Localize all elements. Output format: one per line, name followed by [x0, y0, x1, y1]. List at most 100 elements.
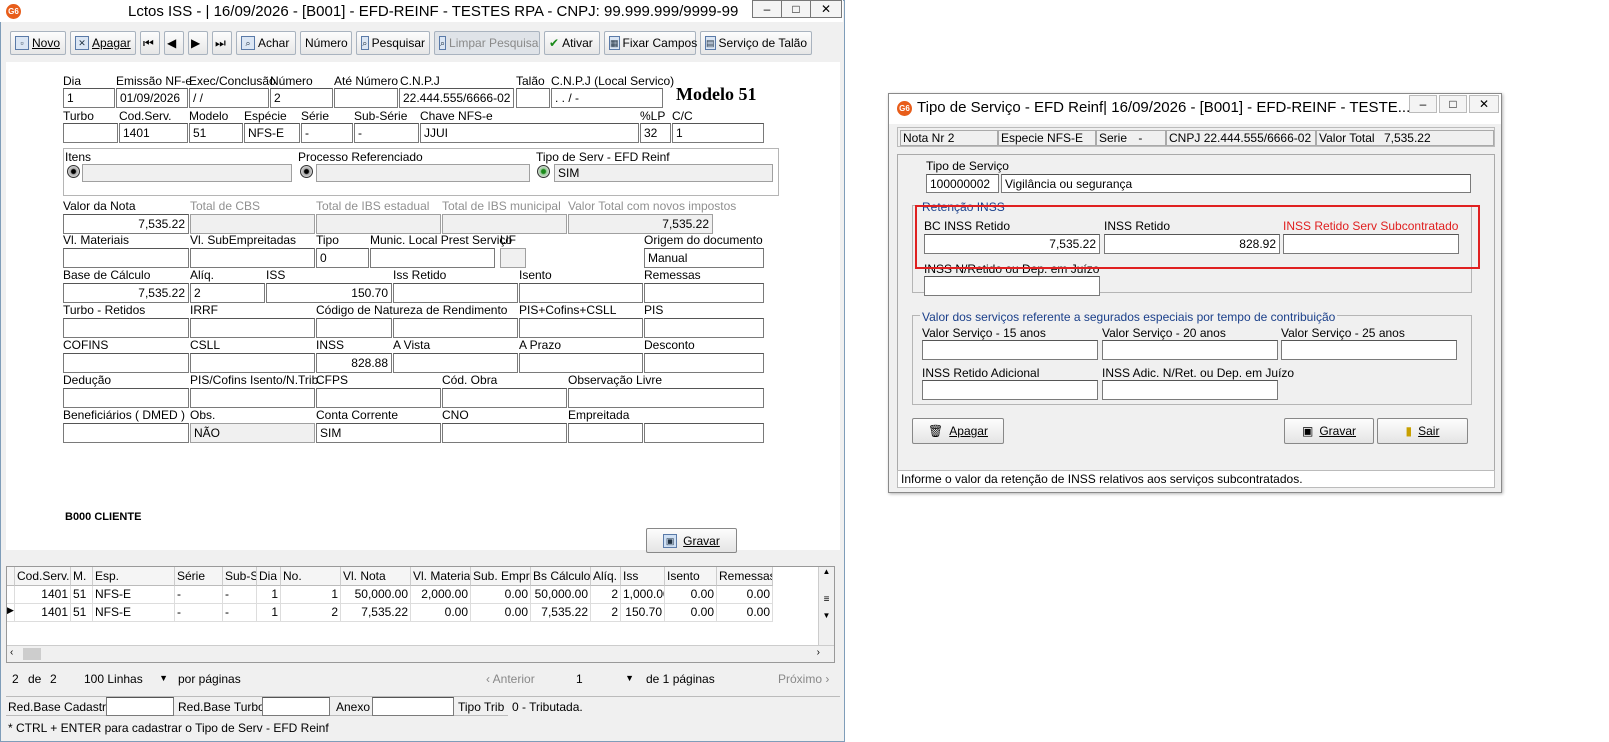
cno-input[interactable]	[442, 423, 567, 443]
valor-total-novos-input[interactable]: 7,535.22	[568, 214, 713, 234]
table-cell[interactable]: -	[175, 604, 223, 622]
cod-obra-input[interactable]	[442, 388, 567, 408]
cod-natureza-input[interactable]	[316, 318, 392, 338]
table-cell[interactable]: 0.00	[665, 586, 717, 604]
cnpj-local-input[interactable]: . . / -	[551, 88, 663, 108]
anterior-button[interactable]: ‹ Anterior	[486, 672, 535, 686]
total-cbs-input[interactable]	[190, 214, 315, 234]
uf-input[interactable]	[500, 248, 526, 268]
table-cell[interactable]: -	[223, 586, 257, 604]
iss-retido-input[interactable]	[393, 283, 518, 303]
table-cell[interactable]: NFS-E	[93, 586, 175, 604]
achar-button[interactable]: ⌕ Achar	[236, 31, 296, 55]
cc-input[interactable]: 1	[672, 123, 764, 143]
table-cell[interactable]: -	[175, 586, 223, 604]
turbo-input[interactable]	[63, 123, 118, 143]
scroll-right-icon[interactable]: ›	[817, 647, 820, 658]
cnpj-input[interactable]: 22.444.555/6666-02	[399, 88, 514, 108]
table-cell[interactable]: 7,535.22	[341, 604, 411, 622]
novo-button[interactable]: ▫ Novo	[10, 31, 66, 55]
anexo-input[interactable]	[372, 697, 454, 716]
empreitada-input[interactable]	[568, 423, 643, 443]
isento-input[interactable]	[519, 283, 643, 303]
table-cell[interactable]: NFS-E	[93, 604, 175, 622]
prev-record-button[interactable]: ◀	[164, 31, 184, 55]
red-base-cadastro-input[interactable]	[106, 697, 174, 716]
scroll-left-icon[interactable]: ‹	[10, 647, 13, 658]
table-cell[interactable]: 1	[257, 604, 281, 622]
table-cell[interactable]: 7,535.22	[531, 604, 591, 622]
table-cell[interactable]: 50,000.00	[531, 586, 591, 604]
dialog-close-button[interactable]: ✕	[1469, 95, 1499, 113]
dialog-gravar-button[interactable]: ▣ Gravar	[1284, 418, 1374, 444]
dialog-sair-button[interactable]: ▮ Sair	[1377, 418, 1468, 444]
cfps-input[interactable]	[316, 388, 441, 408]
table-cell[interactable]: 51	[71, 604, 93, 622]
origem-input[interactable]: Manual	[644, 248, 764, 268]
obs-livre-input[interactable]	[568, 388, 764, 408]
inss-adicional-input[interactable]	[922, 380, 1098, 400]
red-base-turbo-input[interactable]	[262, 697, 330, 716]
minimize-button[interactable]: –	[752, 0, 782, 18]
page-select[interactable]: 1 ▼	[572, 670, 638, 688]
modelo-input[interactable]: 51	[189, 123, 243, 143]
table-cell[interactable]: 1	[281, 586, 341, 604]
vl-subemp-input[interactable]	[190, 248, 315, 268]
dialog-maximize-button[interactable]: □	[1439, 95, 1467, 113]
total-ibs-est-input[interactable]	[316, 214, 441, 234]
table-cell[interactable]: 51	[71, 586, 93, 604]
pis-input[interactable]	[644, 318, 764, 338]
processo-input[interactable]	[316, 164, 530, 182]
remessas-input[interactable]	[644, 283, 764, 303]
tipo-servico-desc-input[interactable]: Vigilância ou segurança	[1001, 174, 1471, 193]
linhas-select[interactable]: 100 Linhas ▼	[80, 670, 172, 688]
numero-input[interactable]: 2	[270, 88, 333, 108]
first-record-button[interactable]: ⏮	[140, 31, 160, 55]
table-cell[interactable]: 1	[257, 586, 281, 604]
vs15-input[interactable]	[922, 340, 1098, 360]
cofins-input[interactable]	[63, 353, 189, 373]
tipo-servico-code-input[interactable]: 100000002	[926, 174, 999, 193]
fixar-campos-button[interactable]: ▦ Fixar Campos	[604, 31, 697, 55]
scroll-thumb-icon[interactable]: ≡	[819, 594, 834, 605]
tipo-serv-radio[interactable]	[537, 165, 550, 178]
itens-input[interactable]	[82, 164, 292, 182]
table-cell[interactable]: 0.00	[665, 604, 717, 622]
table-cell[interactable]: 0.00	[717, 604, 773, 622]
table-cell[interactable]: 1401	[15, 586, 71, 604]
deducao-input[interactable]	[63, 388, 189, 408]
apagar-button[interactable]: ✕ Apagar	[70, 31, 136, 55]
tipo-trib-input[interactable]: 0 - Tributada.	[508, 697, 840, 716]
horizontal-scrollbar[interactable]: ‹ ›	[7, 645, 834, 662]
table-cell[interactable]: 1,000.00	[621, 586, 665, 604]
servico-talao-button[interactable]: ▤ Serviço de Talão	[700, 31, 812, 55]
table-cell[interactable]: 150.70	[621, 604, 665, 622]
ativar-button[interactable]: ✔ Ativar	[544, 31, 600, 55]
talao-input[interactable]	[516, 88, 550, 108]
a-vista-input[interactable]	[393, 353, 518, 373]
a-prazo-input[interactable]	[519, 353, 643, 373]
exec-input[interactable]: / /	[189, 88, 269, 108]
vs20-input[interactable]	[1102, 340, 1278, 360]
turbo-retidos-input[interactable]	[63, 318, 189, 338]
inss-nret-input[interactable]	[924, 276, 1100, 296]
base-calculo-input[interactable]: 7,535.22	[63, 283, 189, 303]
inss-adic-nret-input[interactable]	[1102, 380, 1278, 400]
lp-input[interactable]: 32	[640, 123, 671, 143]
empreitada-desc-input[interactable]	[644, 423, 764, 443]
table-cell[interactable]: 0.00	[471, 586, 531, 604]
munic-input[interactable]	[370, 248, 495, 268]
obs-input[interactable]: NÃO	[190, 423, 315, 443]
emissao-input[interactable]: 01/09/2026	[116, 88, 188, 108]
gravar-button[interactable]: ▣ Gravar	[646, 528, 737, 553]
table-cell[interactable]: 0.00	[717, 586, 773, 604]
table-cell[interactable]: 2	[591, 586, 621, 604]
beneficiarios-input[interactable]	[63, 423, 189, 443]
maximize-button[interactable]: □	[781, 0, 811, 18]
scroll-thumb[interactable]	[23, 648, 41, 660]
table-cell[interactable]: 2	[591, 604, 621, 622]
dialog-apagar-button[interactable]: 🗑 Apagar	[912, 418, 1004, 444]
table-cell[interactable]: -	[223, 604, 257, 622]
inss-input[interactable]: 828.88	[316, 353, 392, 373]
pis-cofins-csll-input[interactable]	[519, 318, 643, 338]
